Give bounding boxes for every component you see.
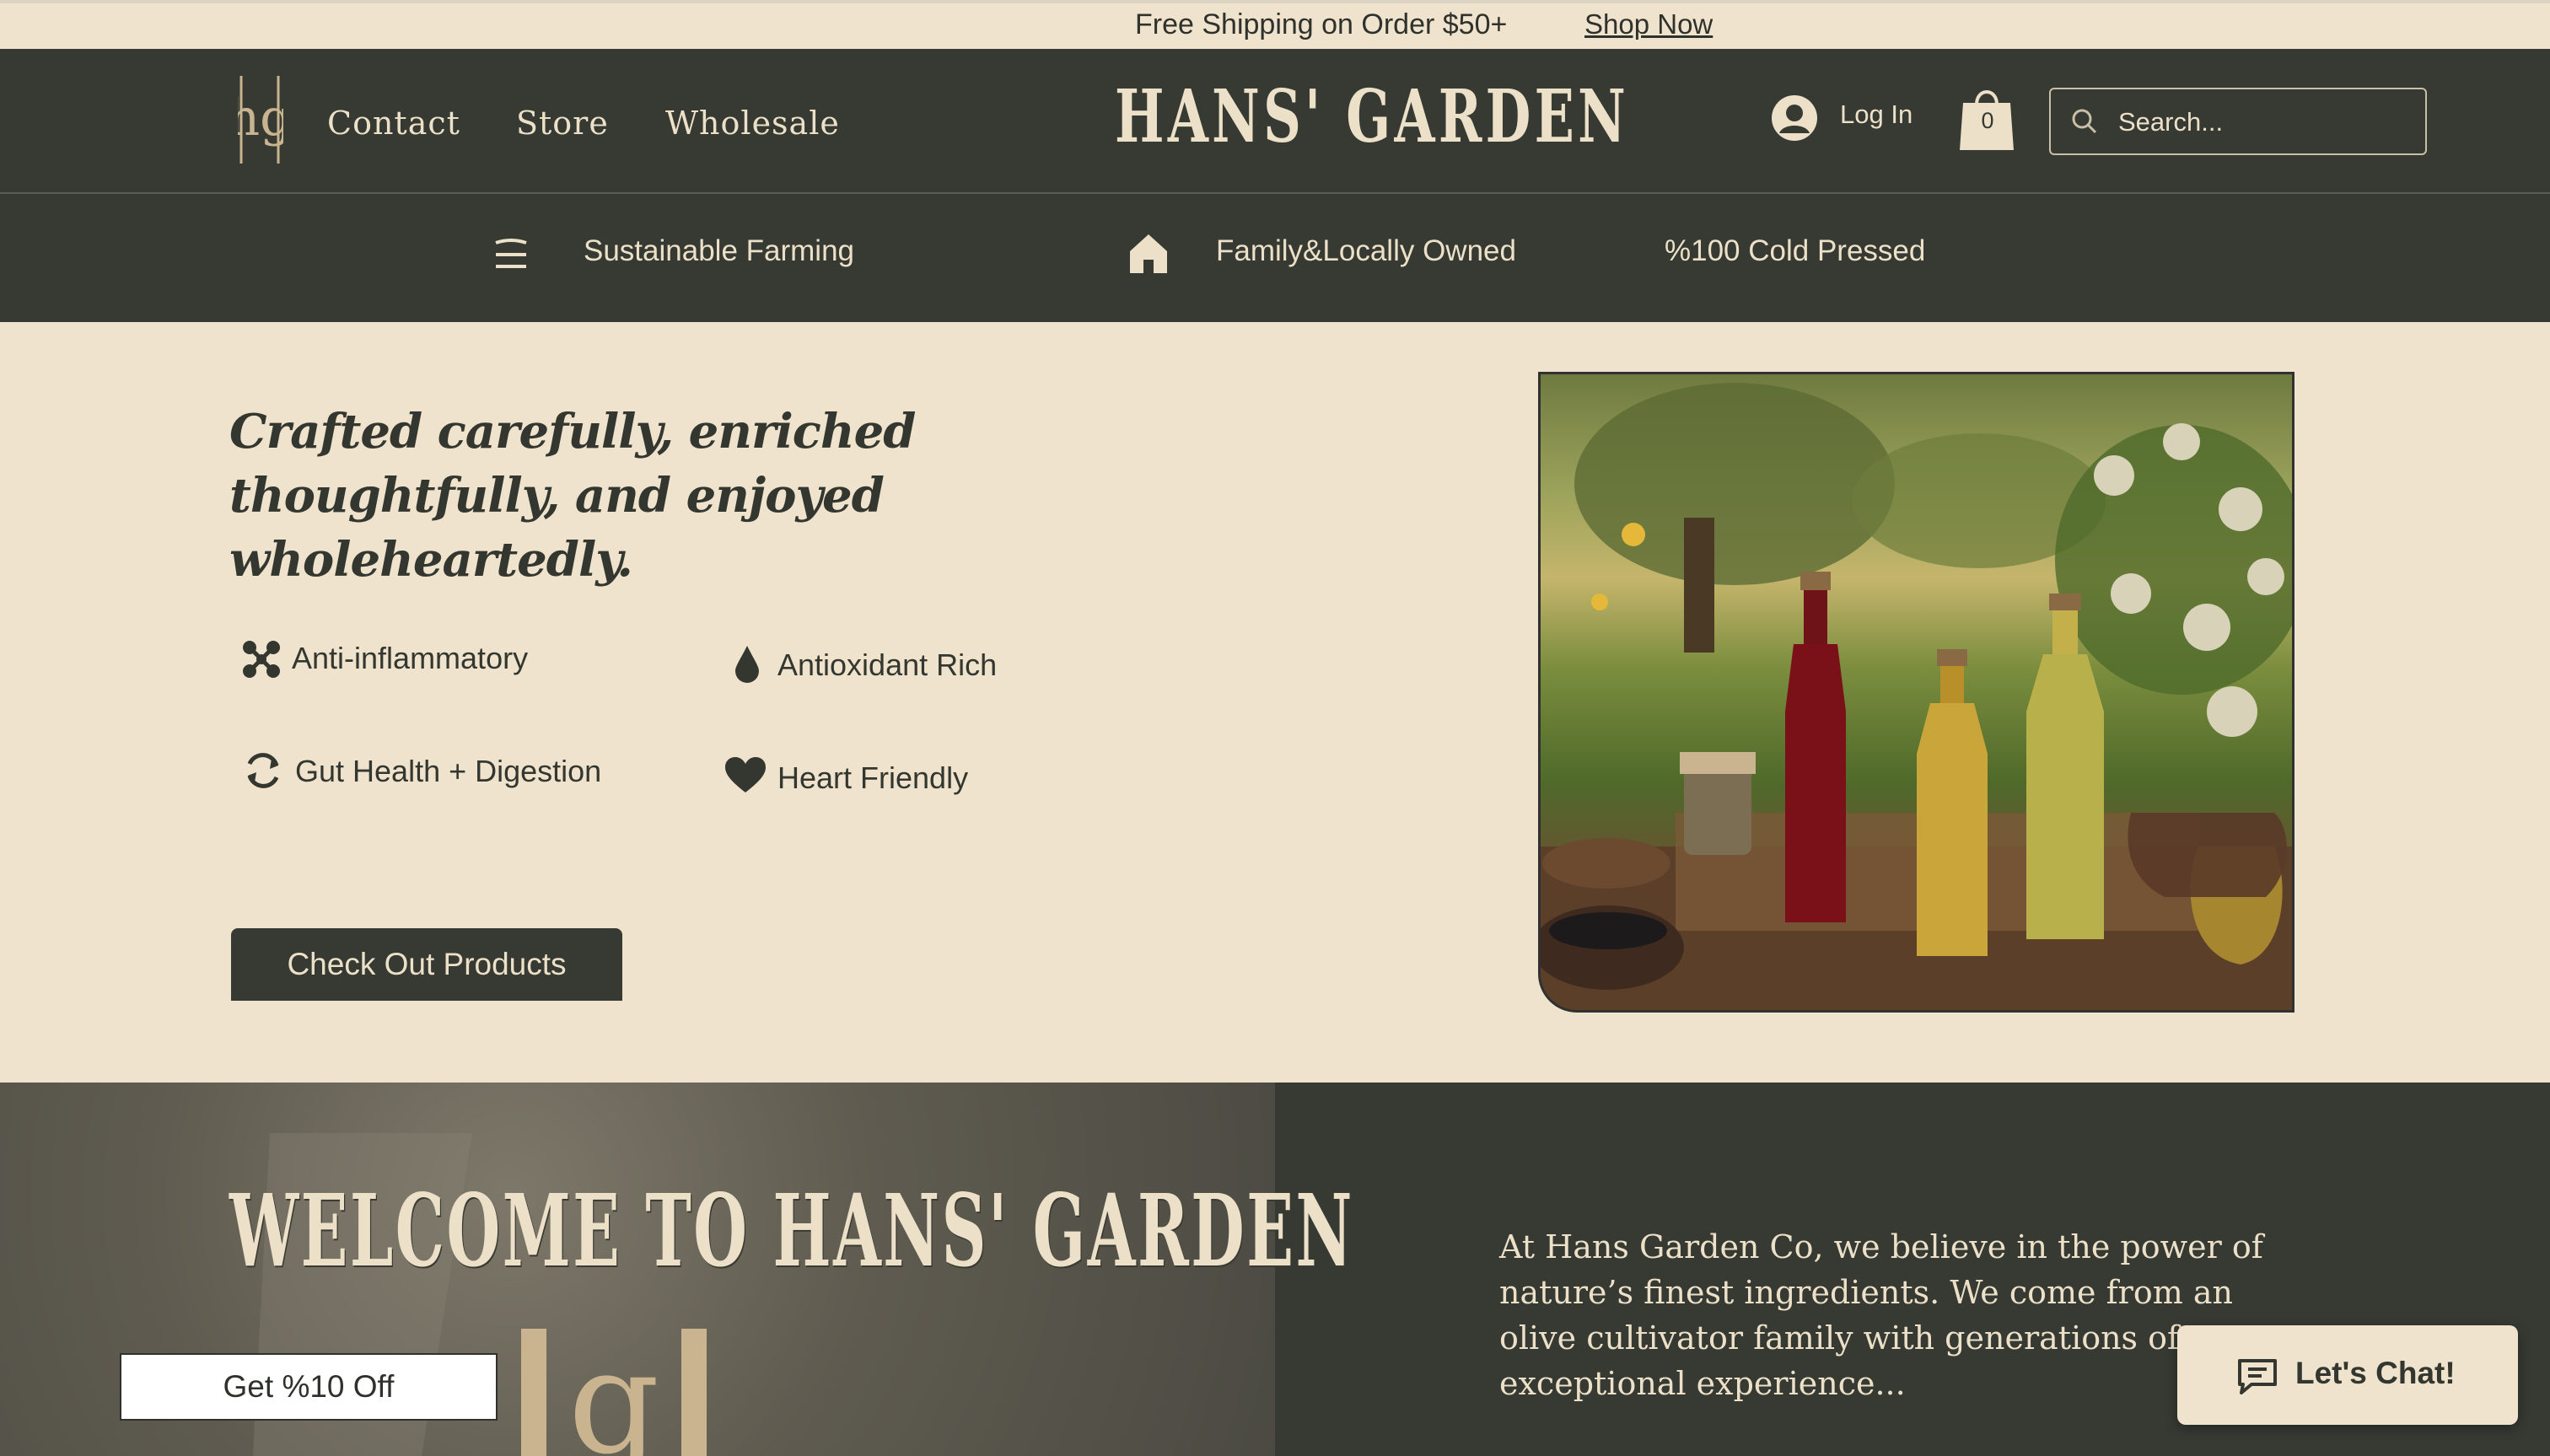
site-logo-mark[interactable]: hg [227,73,293,167]
welcome-title: WELCOME TO HANS' GARDEN [229,1172,1354,1289]
cart-count: 0 [1981,108,1994,133]
value-sustainable-farming: Sustainable Farming [584,234,854,267]
nav-contact[interactable]: Contact [327,105,460,142]
user-avatar-icon[interactable] [1771,94,1818,142]
benefit-heart-friendly: Heart Friendly [777,760,969,795]
leaf-lines-icon [492,238,530,276]
home-icon [1128,233,1169,279]
announcement-bar: Free Shipping on Order $50+ Shop Now [0,0,2550,49]
brand-wordmark[interactable]: HANS' GARDEN [1115,74,1629,159]
search-input[interactable] [2117,101,2407,143]
search-icon [2071,108,2098,139]
about-paragraph: At Hans Garden Co, we believe in the pow… [1499,1228,2263,1402]
hero-oil-bottles-image [1538,372,2294,1013]
lets-chat-button[interactable]: Let's Chat! [2177,1325,2518,1425]
benefit-gut-health: Gut Health + Digestion [295,754,602,788]
hero-headline: Crafted carefully, enriched thoughtfully… [229,404,916,588]
value-family-owned: Family&Locally Owned [1216,234,1516,267]
value-props-bar: Sustainable Farming Family&Locally Owned… [0,194,2550,322]
site-header: hg Contact Store Wholesale HANS' GARDEN … [0,49,2550,194]
logo-letters: hg [238,89,283,148]
svg-text:g: g [568,1325,660,1456]
chat-label: Let's Chat! [2295,1356,2456,1390]
search-box[interactable] [2049,88,2427,155]
login-link[interactable]: Log In [1840,99,1912,130]
check-out-products-button[interactable]: Check Out Products [231,928,622,1001]
refresh-icon [243,750,283,795]
get-discount-button[interactable]: Get %10 Off [120,1353,498,1421]
nav-wholesale[interactable]: Wholesale [665,105,840,142]
shop-now-link[interactable]: Shop Now [1584,8,1713,40]
logo-watermark: g [521,1319,707,1456]
benefit-antioxidant-rich: Antioxidant Rich [777,647,998,682]
drop-icon [734,644,761,689]
nav-store[interactable]: Store [516,105,609,142]
molecule-icon [241,639,282,684]
free-shipping-message: Free Shipping on Order $50+ [1135,8,1508,40]
chat-bubble-icon [2236,1357,2278,1400]
value-cold-pressed: %100 Cold Pressed [1665,234,1926,267]
benefit-anti-inflammatory: Anti-inflammatory [292,641,529,675]
heart-icon [725,757,766,798]
